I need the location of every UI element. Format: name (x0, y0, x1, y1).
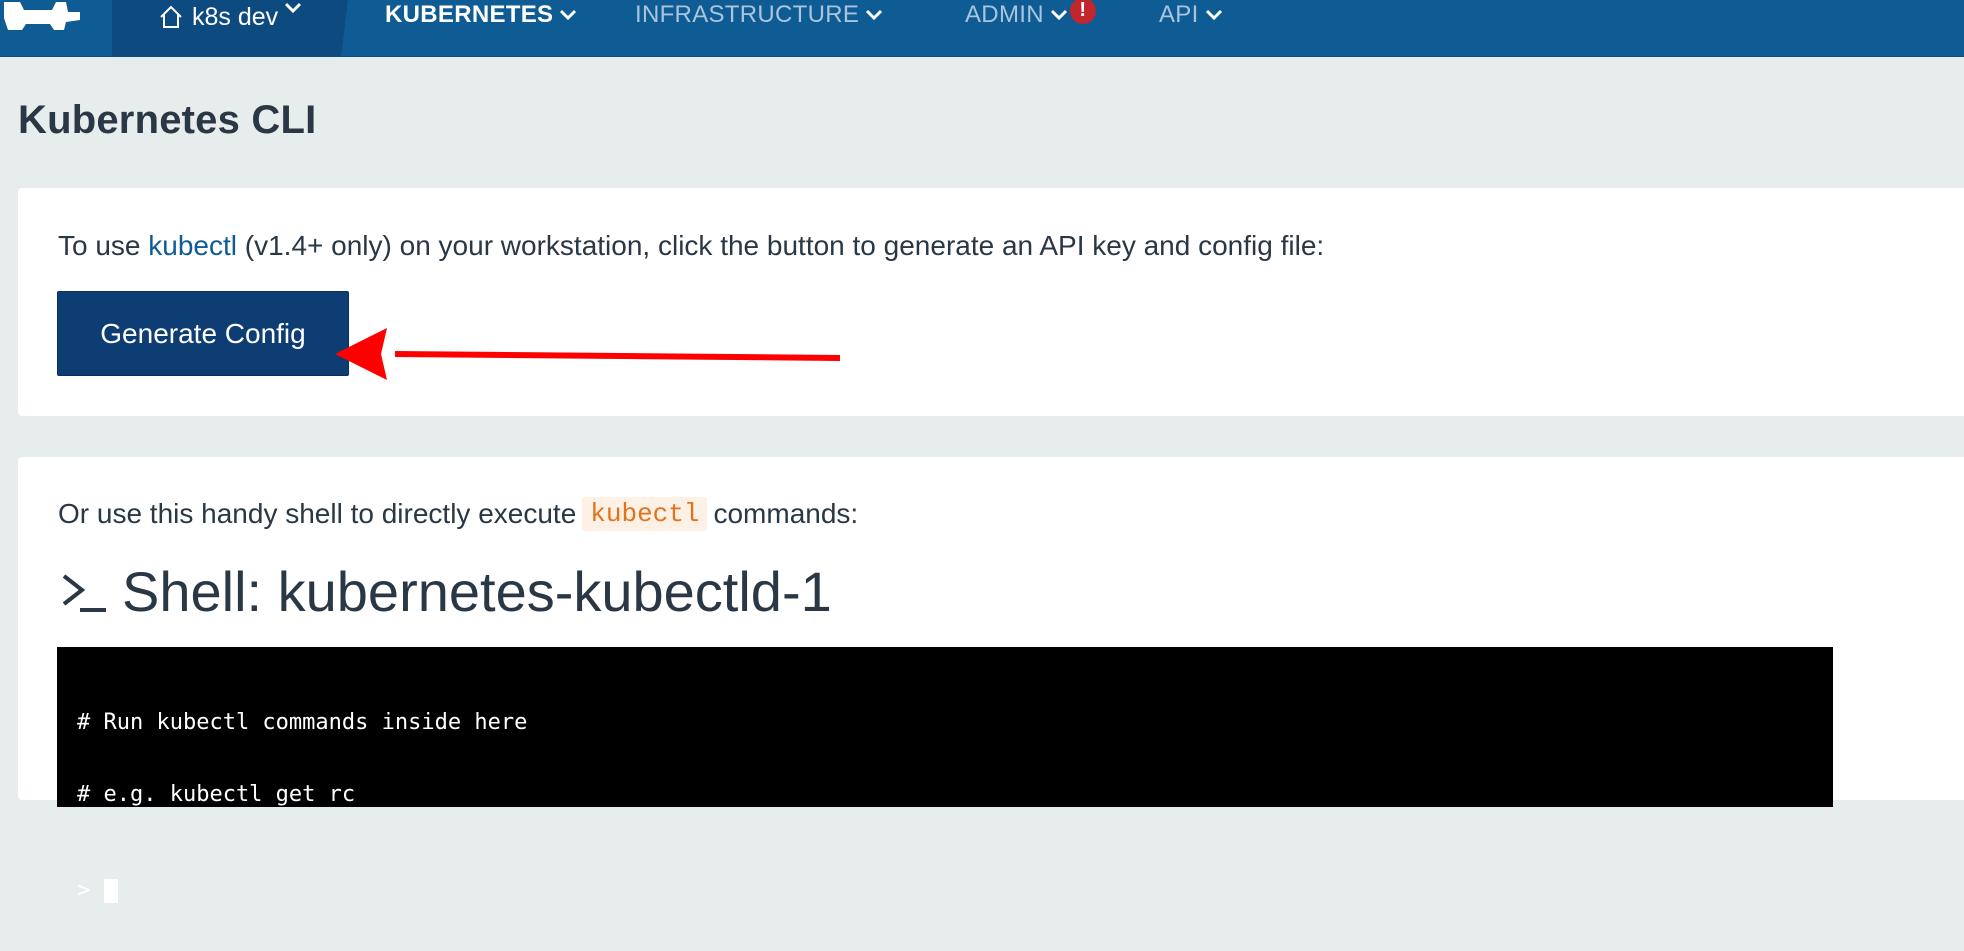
terminal-prompt-line: > (77, 879, 1813, 903)
kubectl-code: kubectl (582, 497, 708, 531)
rancher-logo-icon[interactable] (0, 0, 112, 57)
terminal-icon (62, 573, 106, 612)
generate-config-button[interactable]: Generate Config (57, 291, 349, 376)
terminal-prompt: > (77, 878, 91, 903)
terminal-line: # e.g. kubectl get rc (77, 782, 356, 807)
config-panel: To use kubectl (v1.4+ only) on your work… (18, 188, 1964, 416)
config-text-after: (v1.4+ only) on your workstation, click … (237, 230, 1325, 261)
top-navigation-bar: k8s dev KUBERNETES INFRASTRUCTURE ADMIN … (0, 0, 1964, 57)
chevron-down-icon (560, 9, 577, 21)
shell-intro-after: commands: (713, 498, 859, 529)
config-instructions: To use kubectl (v1.4+ only) on your work… (58, 230, 1324, 262)
nav-item-kubernetes[interactable]: KUBERNETES (385, 0, 577, 30)
config-text-before: To use (58, 230, 149, 261)
shell-intro-before: Or use this handy shell to directly exec… (58, 498, 577, 529)
shell-panel: Or use this handy shell to directly exec… (18, 457, 1964, 903)
nav-item-infrastructure[interactable]: INFRASTRUCTURE (635, 0, 883, 30)
chevron-down-icon (866, 9, 883, 21)
chevron-down-icon (1205, 9, 1222, 21)
nav-item-api[interactable]: API (1159, 0, 1223, 30)
environment-switcher[interactable]: k8s dev (112, 0, 348, 57)
nav-item-label: ADMIN (965, 1, 1044, 28)
page-title: Kubernetes CLI (18, 98, 317, 142)
terminal-console[interactable]: # Run kubectl commands inside here # e.g… (57, 647, 1833, 903)
home-icon (160, 5, 182, 28)
terminal-cursor (104, 879, 119, 903)
kubectl-link[interactable]: kubectl (148, 230, 237, 261)
red-arrow-icon (335, 328, 841, 380)
chevron-down-icon (1050, 9, 1067, 21)
shell-intro: Or use this handy shell to directly exec… (58, 497, 858, 531)
shell-title-text: Shell: kubernetes-kubectld-1 (122, 560, 832, 623)
chevron-down-icon (285, 2, 302, 14)
environment-name: k8s dev (192, 3, 279, 31)
shell-title: Shell: kubernetes-kubectld-1 (58, 559, 832, 624)
nav-item-admin[interactable]: ADMIN ! (965, 0, 1096, 30)
alert-badge-icon: ! (1069, 0, 1096, 24)
nav-item-label: INFRASTRUCTURE (635, 1, 860, 28)
nav-item-label: API (1159, 1, 1199, 28)
terminal-line: # Run kubectl commands inside here (77, 710, 528, 735)
nav-item-label: KUBERNETES (385, 1, 554, 28)
